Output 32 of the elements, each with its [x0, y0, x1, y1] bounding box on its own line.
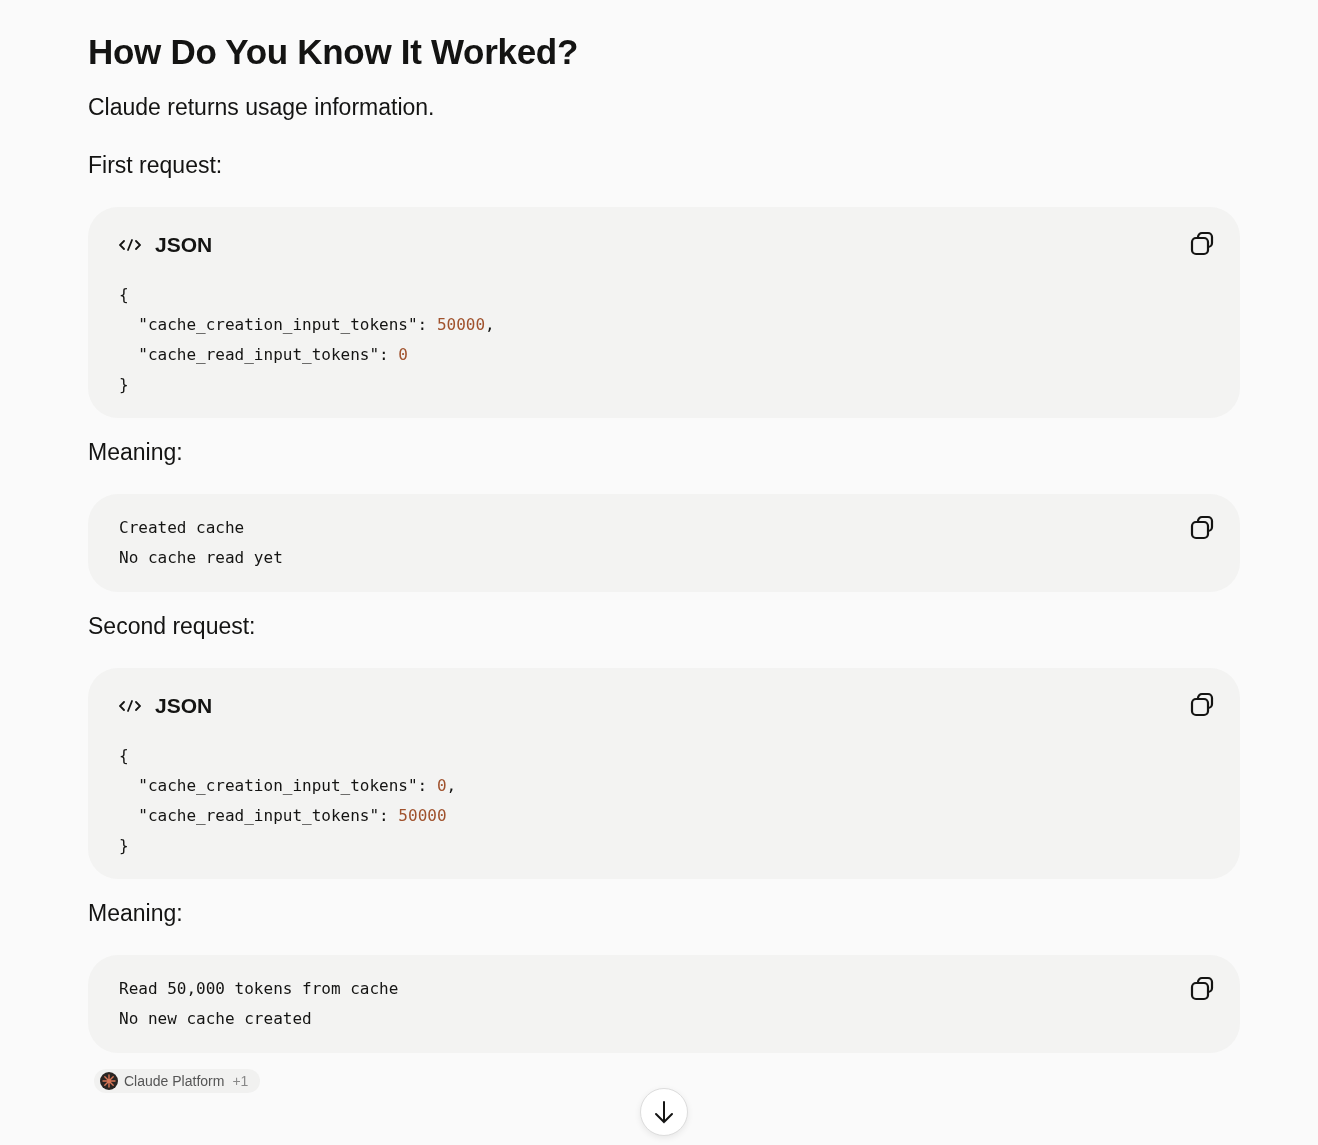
code-line: { — [119, 745, 129, 767]
paragraph: Meaning: — [88, 438, 183, 467]
source-label: Claude Platform — [124, 1073, 225, 1089]
source-chip[interactable]: Claude Platform +1 — [94, 1069, 261, 1093]
code-line: "cache_read_input_tokens": 0 — [137, 344, 408, 366]
arrow-down-icon — [653, 1100, 675, 1124]
paragraph: Claude returns usage information. — [88, 93, 435, 122]
code-line: "cache_creation_input_tokens": 0, — [137, 775, 457, 797]
paragraph: Second request: — [88, 612, 256, 641]
paragraph: First request: — [88, 151, 223, 180]
copy-icon[interactable] — [1190, 976, 1216, 1002]
copy-icon[interactable] — [1190, 231, 1216, 257]
code-line: No cache read yet — [119, 547, 283, 569]
code-line: Created cache — [119, 517, 245, 539]
code-icon — [119, 239, 141, 251]
code-line: } — [119, 374, 129, 396]
language-label: JSON — [155, 694, 213, 718]
code-line: "cache_read_input_tokens": 50000 — [137, 805, 447, 827]
code-line: No new cache created — [119, 1008, 312, 1030]
paragraph: Meaning: — [88, 899, 183, 928]
source-count: +1 — [232, 1073, 249, 1089]
starburst-icon — [100, 1072, 118, 1090]
code-line: Read 50,000 tokens from cache — [119, 978, 399, 1000]
copy-icon[interactable] — [1190, 692, 1216, 718]
code-icon — [119, 700, 141, 712]
language-label: JSON — [155, 233, 213, 257]
copy-icon[interactable] — [1190, 515, 1216, 541]
code-line: } — [119, 835, 129, 857]
scroll-down-button[interactable] — [640, 1088, 688, 1136]
code-line: { — [119, 284, 129, 306]
code-line: "cache_creation_input_tokens": 50000, — [137, 314, 495, 336]
page-title: How Do You Know It Worked? — [88, 31, 579, 73]
